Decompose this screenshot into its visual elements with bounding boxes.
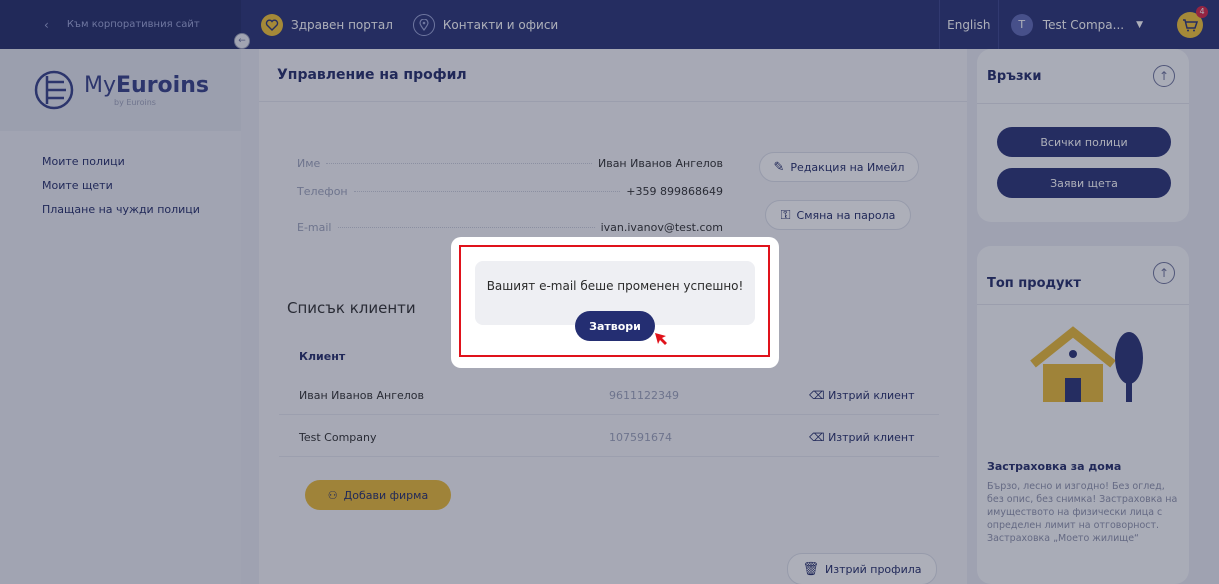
mouse-pointer-icon xyxy=(655,333,667,345)
highlight-box xyxy=(459,245,770,357)
